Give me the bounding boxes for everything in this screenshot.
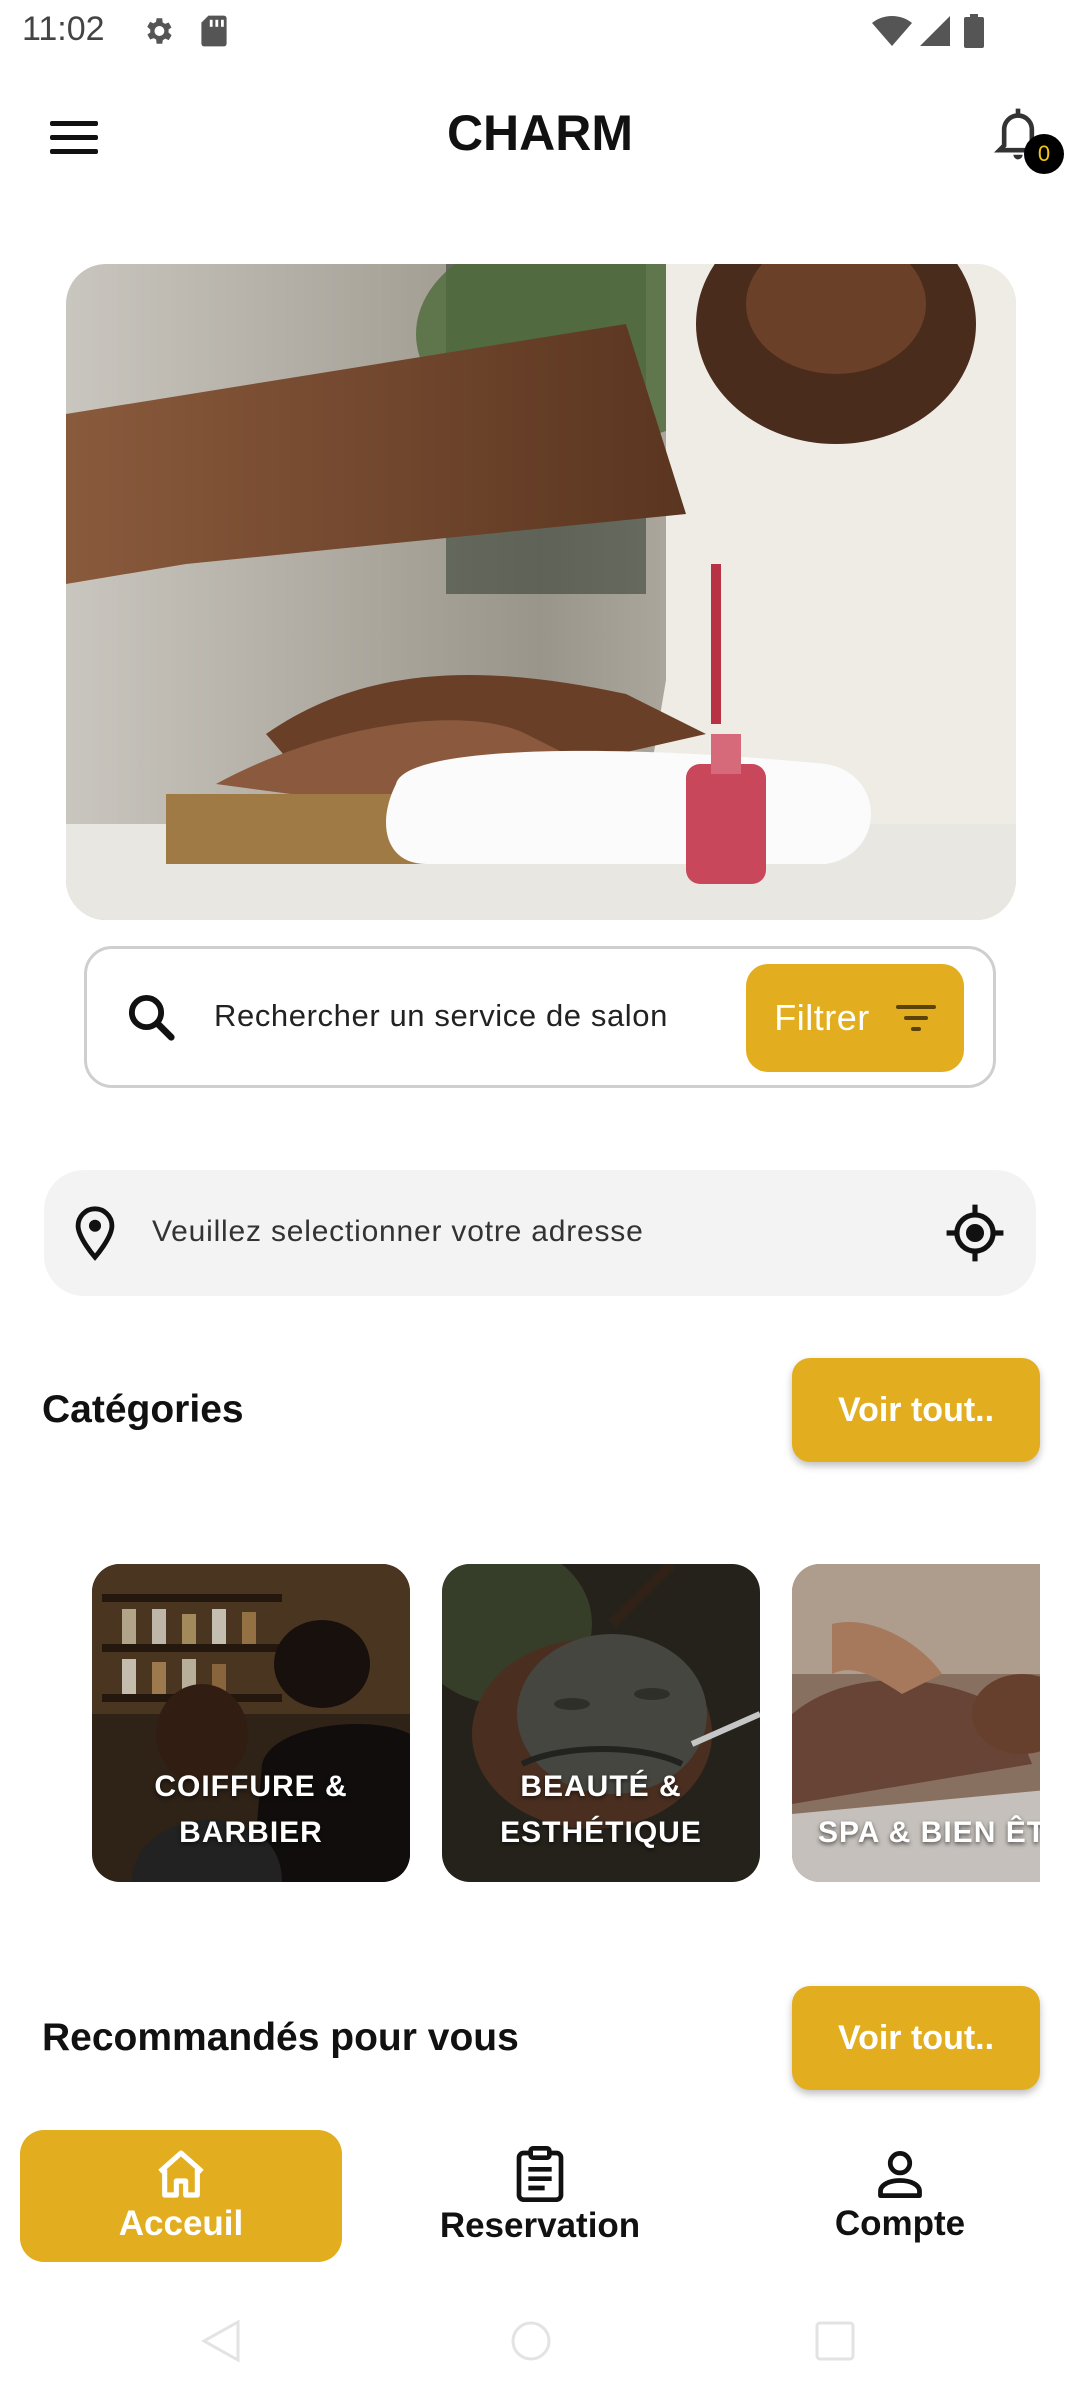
nav-item-compte[interactable]: Compte <box>740 2130 1060 2262</box>
categories-title: Catégories <box>42 1388 244 1431</box>
current-location-button[interactable] <box>944 1202 1006 1264</box>
nav-item-reservation[interactable]: Reservation <box>380 2130 700 2262</box>
filter-label: Filtrer <box>774 997 870 1038</box>
location-pin-icon <box>66 1204 124 1262</box>
home-circle-icon[interactable] <box>510 2320 552 2362</box>
sd-card-icon <box>198 14 230 48</box>
bottom-navigation: Acceuil Reservation Compte <box>0 2118 1080 2278</box>
recommended-title: Recommandés pour vous <box>42 2016 519 2059</box>
nav-item-accueil[interactable]: Acceuil <box>20 2130 342 2262</box>
nav-label: Acceuil <box>118 2204 244 2243</box>
categories-carousel[interactable]: COIFFURE & BARBIER BEAUTÉ & ESTHÉTIQUE S… <box>92 1564 1040 1882</box>
categories-see-all-button[interactable]: Voir tout.. <box>792 1358 1040 1462</box>
app-title: CHARM <box>446 105 634 161</box>
status-bar: 11:02 <box>0 0 1080 64</box>
nav-label: Reservation <box>439 2206 641 2245</box>
notification-badge: 0 <box>1024 134 1064 174</box>
address-placeholder: Veuillez selectionner votre adresse <box>152 1215 644 1248</box>
category-label: BEAUTÉ & ESTHÉTIQUE <box>500 1770 702 1849</box>
hero-manicure-image <box>66 264 1016 920</box>
nav-label: Compte <box>834 2204 966 2243</box>
wifi-icon <box>872 14 912 48</box>
recommended-see-all-button[interactable]: Voir tout.. <box>792 1986 1040 2090</box>
clipboard-icon <box>516 2146 564 2202</box>
category-label: SPA & BIEN ÊT <box>818 1816 1040 1849</box>
recents-icon[interactable] <box>814 2320 856 2362</box>
category-card-coiffure[interactable]: COIFFURE & BARBIER <box>92 1564 410 1882</box>
signal-icon <box>918 14 952 48</box>
person-icon <box>878 2151 922 2199</box>
filter-icon <box>895 1005 936 1031</box>
battery-icon <box>962 14 986 48</box>
search-icon <box>124 990 178 1044</box>
category-card-beaute[interactable]: BEAUTÉ & ESTHÉTIQUE <box>442 1564 760 1882</box>
system-navigation-bar <box>0 2300 1080 2400</box>
status-time: 11:02 <box>22 10 105 48</box>
settings-icon <box>140 14 176 48</box>
filter-button[interactable]: Filtrer <box>746 964 964 1072</box>
category-card-spa[interactable]: SPA & BIEN ÊT <box>792 1564 1040 1882</box>
category-label: COIFFURE & BARBIER <box>154 1770 348 1849</box>
search-input[interactable]: Rechercher un service de salon <box>214 998 668 1034</box>
gps-target-icon <box>946 1204 1004 1262</box>
home-icon <box>158 2150 204 2198</box>
back-icon[interactable] <box>200 2320 242 2362</box>
